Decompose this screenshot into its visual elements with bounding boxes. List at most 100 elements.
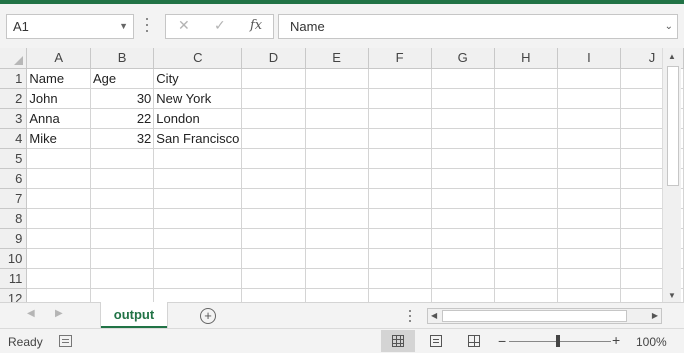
cell-e8[interactable]: [305, 208, 369, 229]
cell-h7[interactable]: [494, 188, 558, 209]
next-sheet-icon[interactable]: ▶: [55, 308, 63, 319]
cell-h4[interactable]: [494, 128, 558, 149]
cell-d3[interactable]: [241, 108, 306, 129]
cell-a6[interactable]: [26, 168, 91, 189]
insert-function-icon[interactable]: fx: [250, 18, 262, 33]
cell-a3[interactable]: Anna: [26, 108, 91, 129]
cell-a10[interactable]: [26, 248, 91, 269]
cell-e12[interactable]: [305, 288, 369, 302]
cell-e10[interactable]: [305, 248, 369, 269]
row-header[interactable]: 12: [0, 288, 28, 302]
cell-e11[interactable]: [305, 268, 369, 289]
cell-d10[interactable]: [241, 248, 306, 269]
cell-c9[interactable]: [153, 228, 243, 249]
cell-b2[interactable]: 30: [90, 88, 155, 109]
horizontal-scroll-thumb[interactable]: [442, 310, 627, 322]
column-header-h[interactable]: H: [494, 48, 558, 69]
cell-i12[interactable]: [557, 288, 621, 302]
zoom-in-button[interactable]: +: [612, 332, 620, 348]
cell-h2[interactable]: [494, 88, 558, 109]
page-layout-button[interactable]: [419, 330, 453, 352]
cell-i1[interactable]: [557, 68, 621, 89]
cell-e5[interactable]: [305, 148, 369, 169]
column-header-i[interactable]: I: [557, 48, 621, 69]
cell-h5[interactable]: [494, 148, 558, 169]
cell-c5[interactable]: [153, 148, 243, 169]
cell-c2[interactable]: New York: [153, 88, 243, 109]
cell-f12[interactable]: [368, 288, 432, 302]
cell-g5[interactable]: [431, 148, 495, 169]
cell-b1[interactable]: Age: [90, 68, 155, 89]
cell-h11[interactable]: [494, 268, 558, 289]
cell-c3[interactable]: London: [153, 108, 243, 129]
cell-b7[interactable]: [90, 188, 155, 209]
cell-d12[interactable]: [241, 288, 306, 302]
row-header[interactable]: 4: [0, 128, 28, 149]
cell-i3[interactable]: [557, 108, 621, 129]
normal-view-button[interactable]: [381, 330, 415, 352]
cell-i10[interactable]: [557, 248, 621, 269]
cell-d9[interactable]: [241, 228, 306, 249]
cell-f10[interactable]: [368, 248, 432, 269]
cell-g8[interactable]: [431, 208, 495, 229]
cell-h12[interactable]: [494, 288, 558, 302]
cell-c7[interactable]: [153, 188, 243, 209]
cell-c10[interactable]: [153, 248, 243, 269]
cell-b5[interactable]: [90, 148, 155, 169]
prev-sheet-icon[interactable]: ◀: [27, 308, 35, 319]
add-sheet-icon[interactable]: +: [200, 308, 216, 324]
scroll-right-icon[interactable]: ▶: [652, 311, 658, 320]
cell-b4[interactable]: 32: [90, 128, 155, 149]
cell-a9[interactable]: [26, 228, 91, 249]
cell-c4[interactable]: San Francisco: [153, 128, 243, 149]
cell-b11[interactable]: [90, 268, 155, 289]
cell-g9[interactable]: [431, 228, 495, 249]
cell-g1[interactable]: [431, 68, 495, 89]
enter-icon[interactable]: ✓: [214, 17, 226, 34]
cell-e3[interactable]: [305, 108, 369, 129]
column-header-b[interactable]: B: [90, 48, 155, 69]
column-header-c[interactable]: C: [153, 48, 243, 69]
column-header-d[interactable]: D: [241, 48, 306, 69]
cell-f9[interactable]: [368, 228, 432, 249]
cell-g11[interactable]: [431, 268, 495, 289]
cell-f8[interactable]: [368, 208, 432, 229]
select-all-corner[interactable]: [0, 48, 28, 69]
row-header[interactable]: 2: [0, 88, 28, 109]
cell-f5[interactable]: [368, 148, 432, 169]
cell-h6[interactable]: [494, 168, 558, 189]
cell-b3[interactable]: 22: [90, 108, 155, 129]
cell-e6[interactable]: [305, 168, 369, 189]
cell-i9[interactable]: [557, 228, 621, 249]
name-box[interactable]: A1 ▼: [6, 14, 134, 39]
cell-i11[interactable]: [557, 268, 621, 289]
cell-d8[interactable]: [241, 208, 306, 229]
cell-a7[interactable]: [26, 188, 91, 209]
cancel-icon[interactable]: ✕: [178, 17, 190, 34]
cell-d6[interactable]: [241, 168, 306, 189]
scroll-down-icon[interactable]: ▼: [668, 291, 676, 300]
column-header-a[interactable]: A: [26, 48, 91, 69]
cell-a11[interactable]: [26, 268, 91, 289]
cell-g6[interactable]: [431, 168, 495, 189]
formula-bar-resize-handle[interactable]: [145, 18, 149, 34]
row-header[interactable]: 11: [0, 268, 28, 289]
cell-f11[interactable]: [368, 268, 432, 289]
row-header[interactable]: 9: [0, 228, 28, 249]
column-header-f[interactable]: F: [368, 48, 432, 69]
column-header-e[interactable]: E: [305, 48, 369, 69]
cell-h1[interactable]: [494, 68, 558, 89]
cell-a8[interactable]: [26, 208, 91, 229]
cell-c1[interactable]: City: [153, 68, 243, 89]
page-break-preview-button[interactable]: [457, 330, 491, 352]
cell-d1[interactable]: [241, 68, 306, 89]
cell-e1[interactable]: [305, 68, 369, 89]
cell-a4[interactable]: Mike: [26, 128, 91, 149]
expand-formula-bar-icon[interactable]: ⌄: [665, 15, 673, 38]
cell-d5[interactable]: [241, 148, 306, 169]
cell-b8[interactable]: [90, 208, 155, 229]
cell-e2[interactable]: [305, 88, 369, 109]
zoom-level[interactable]: 100%: [636, 335, 667, 349]
vertical-scroll-thumb[interactable]: [667, 66, 679, 186]
cell-a1[interactable]: Name: [26, 68, 91, 89]
